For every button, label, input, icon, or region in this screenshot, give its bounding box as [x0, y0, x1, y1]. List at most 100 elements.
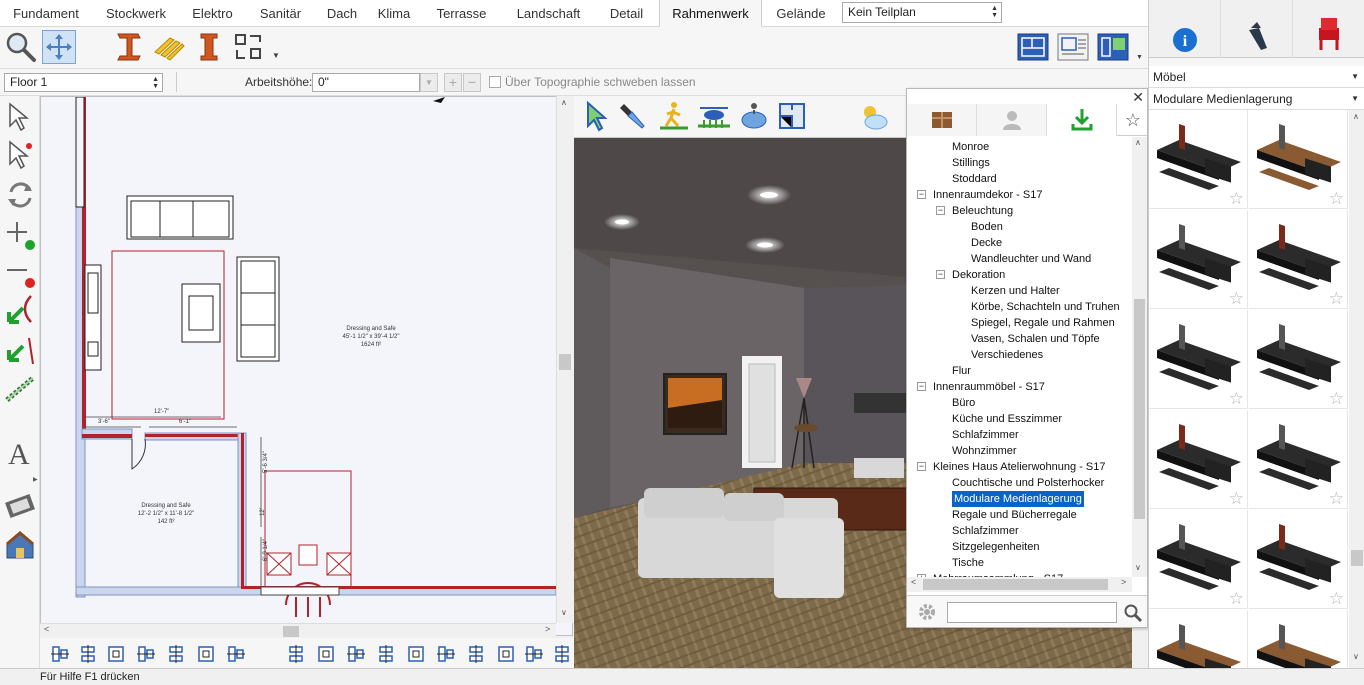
dropdown-arrow-icon[interactable]: ▼ — [1136, 54, 1143, 61]
collapse-icon[interactable]: − — [917, 190, 926, 199]
select-edit-arrow-icon[interactable] — [3, 138, 37, 172]
add-point-icon[interactable] — [3, 218, 37, 252]
tab-rahmenwerk[interactable]: Rahmenwerk — [659, 0, 762, 27]
teilplan-select[interactable]: Kein Teilplan ▲ ▼ — [842, 2, 1002, 23]
dimension-chain-icon[interactable] — [3, 372, 37, 406]
select-3d-icon[interactable] — [580, 100, 612, 132]
align-tool-icon[interactable] — [136, 644, 156, 664]
catalog-thumbnail[interactable]: ☆ — [1149, 610, 1248, 668]
dropdown-arrow-icon[interactable]: ▼ — [272, 51, 280, 60]
floor-select[interactable]: Floor 1 ▲ ▼ — [4, 73, 163, 92]
search-icon[interactable] — [1123, 603, 1143, 623]
scroll-thumb[interactable] — [923, 579, 1108, 590]
align-tool-icon[interactable] — [496, 644, 516, 664]
tab-terrasse[interactable]: Terrasse — [420, 0, 503, 27]
collapse-icon[interactable]: − — [917, 382, 926, 391]
favorite-star-icon[interactable]: ☆ — [1229, 190, 1244, 207]
align-tool-icon[interactable] — [196, 644, 216, 664]
tree-item[interactable]: Decke — [971, 235, 1002, 251]
tree-item[interactable]: Tische — [952, 555, 984, 571]
plan-horizontal-scrollbar[interactable]: < > — [40, 623, 556, 638]
plan-vertical-scrollbar[interactable]: ∧ ∨ — [556, 96, 573, 623]
pan-tool-button[interactable] — [42, 30, 76, 64]
tree-item[interactable]: Wandleuchter und Wand — [971, 251, 1091, 267]
catalog-thumbnail[interactable]: ☆ — [1149, 310, 1248, 409]
library-hscrollbar[interactable]: < > — [907, 577, 1132, 592]
tree-item[interactable]: Küche und Esszimmer — [952, 411, 1062, 427]
text-tool-icon[interactable]: A — [3, 434, 37, 468]
arbeitshoehe-input[interactable]: 0" — [312, 73, 420, 92]
scroll-left-icon[interactable]: < — [44, 624, 49, 634]
catalog-thumbnail[interactable]: ☆ — [1249, 410, 1348, 509]
scroll-thumb[interactable] — [1134, 299, 1145, 519]
joist-icon[interactable] — [152, 30, 186, 64]
steel-beam-icon[interactable] — [112, 30, 146, 64]
tree-item[interactable]: Sitzgelegenheiten — [952, 539, 1039, 555]
catalog-thumbnail[interactable]: ☆ — [1149, 410, 1248, 509]
tree-item[interactable]: Kleines Haus Atelierwohnung - S17 — [933, 459, 1105, 475]
tab-elektro[interactable]: Elektro — [180, 0, 245, 27]
align-tool-icon[interactable] — [226, 644, 246, 664]
3d-view-icon[interactable] — [1096, 30, 1130, 64]
floor-plan-view-icon[interactable] — [1016, 30, 1050, 64]
floor-plan-canvas[interactable]: Dressing and Safe 45'-1 1/2" x 39'-4 1/2… — [40, 96, 573, 636]
tab-stockwerk[interactable]: Stockwerk — [92, 0, 180, 27]
align-tool-icon[interactable] — [50, 644, 70, 664]
scroll-up-icon[interactable]: ∧ — [1135, 138, 1141, 147]
framing-tools-icon[interactable] — [232, 30, 266, 64]
align-tool-icon[interactable] — [436, 644, 456, 664]
tab-info[interactable]: i — [1149, 0, 1221, 58]
tab-fundament[interactable]: Fundament — [0, 0, 92, 27]
catalog-thumbnail[interactable]: ☆ — [1249, 210, 1348, 309]
tree-item[interactable]: Schlafzimmer — [952, 427, 1019, 443]
tab-sanitär[interactable]: Sanitär — [245, 0, 316, 27]
favorite-star-icon[interactable]: ☆ — [1229, 390, 1244, 407]
plus-button[interactable]: + — [444, 73, 462, 92]
eyedropper-icon[interactable] — [618, 100, 650, 132]
tree-item[interactable]: Spiegel, Regale und Rahmen — [971, 315, 1115, 331]
favorites-star-icon[interactable]: ☆ — [1119, 104, 1147, 136]
align-tool-icon[interactable] — [524, 644, 544, 664]
catalog-thumbnail[interactable]: ☆ — [1149, 210, 1248, 309]
zoom-icon[interactable] — [4, 30, 38, 64]
tree-item[interactable]: Stoddard — [952, 171, 997, 187]
scroll-down-icon[interactable]: ∨ — [1353, 652, 1359, 661]
collapse-icon[interactable]: − — [936, 206, 945, 215]
tree-item[interactable]: Körbe, Schachteln und Truhen — [971, 299, 1120, 315]
tree-item[interactable]: Schlafzimmer — [952, 523, 1019, 539]
scroll-up-icon[interactable]: ∧ — [1353, 112, 1359, 121]
minus-button[interactable]: − — [463, 73, 481, 92]
tab-gelände[interactable]: Gelände — [762, 0, 840, 27]
tree-item[interactable]: Innenraummöbel - S17 — [933, 379, 1045, 395]
walkthrough-icon[interactable] — [658, 100, 690, 132]
tree-item[interactable]: Beleuchtung — [952, 203, 1013, 219]
align-tool-icon[interactable] — [466, 644, 486, 664]
library-scrollbar[interactable]: ∧ ∨ — [1132, 137, 1147, 577]
tree-item[interactable]: Innenraumdekor - S17 — [933, 187, 1042, 203]
align-tool-icon[interactable] — [316, 644, 336, 664]
align-tool-icon[interactable] — [406, 644, 426, 664]
scroll-right-icon[interactable]: > — [1121, 577, 1126, 587]
tree-item[interactable]: Wohnzimmer — [952, 443, 1017, 459]
tab-landschaft[interactable]: Landschaft — [503, 0, 594, 27]
tab-klima[interactable]: Klima — [368, 0, 420, 27]
delete-point-icon[interactable] — [3, 256, 37, 290]
tree-item[interactable]: Büro — [952, 395, 975, 411]
rotate-icon[interactable] — [3, 178, 37, 212]
scroll-thumb[interactable] — [1351, 550, 1363, 566]
tab-user-library[interactable] — [977, 104, 1047, 136]
scroll-right-icon[interactable]: > — [545, 624, 550, 634]
scroll-thumb[interactable] — [283, 626, 299, 637]
favorite-star-icon[interactable]: ☆ — [1329, 290, 1344, 307]
scroll-thumb[interactable] — [559, 354, 571, 370]
weather-icon[interactable] — [856, 100, 890, 132]
scroll-up-icon[interactable]: ∧ — [561, 98, 567, 107]
tab-detail[interactable]: Detail — [594, 0, 659, 27]
favorite-star-icon[interactable]: ☆ — [1329, 490, 1344, 507]
tab-library-packages[interactable] — [907, 104, 977, 136]
favorite-star-icon[interactable]: ☆ — [1229, 290, 1244, 307]
favorite-star-icon[interactable]: ☆ — [1329, 190, 1344, 207]
house-icon[interactable] — [3, 528, 37, 562]
tree-item[interactable]: Stillings — [952, 155, 990, 171]
align-tool-icon[interactable] — [552, 644, 572, 664]
